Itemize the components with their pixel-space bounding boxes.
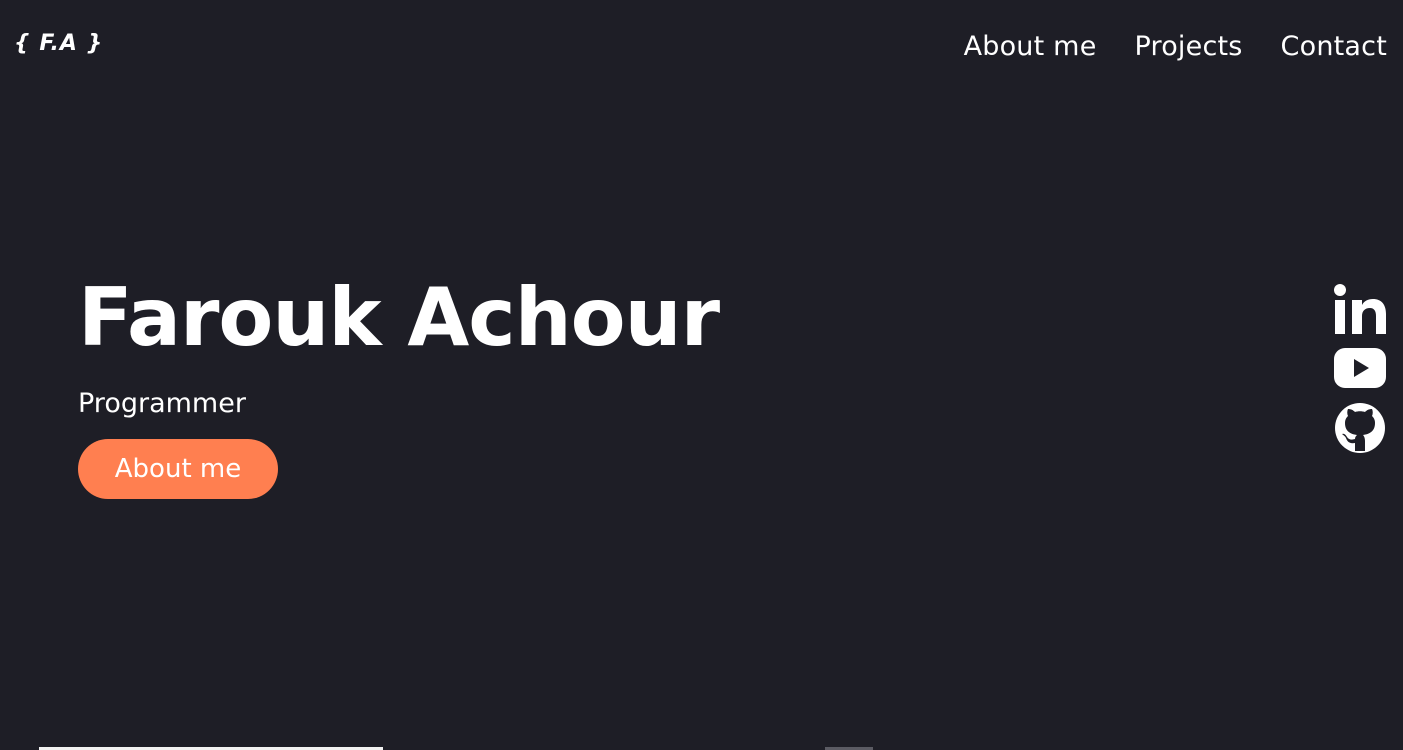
nav-contact-link[interactable]: Contact xyxy=(1281,31,1387,62)
nav-about-link[interactable]: About me xyxy=(964,31,1097,62)
portfolio-page: { F.A } About me Projects Contact Farouk… xyxy=(0,0,1403,750)
site-logo[interactable]: { F.A } xyxy=(14,31,103,56)
nav-projects-link[interactable]: Projects xyxy=(1135,31,1243,62)
linkedin-icon[interactable] xyxy=(1334,284,1386,334)
about-me-button[interactable]: About me xyxy=(78,439,278,499)
social-links xyxy=(1334,284,1386,454)
hero-role: Programmer xyxy=(78,388,246,419)
hero-section: Farouk Achour Programmer About me xyxy=(78,270,720,499)
main-nav: About me Projects Contact xyxy=(964,31,1387,62)
hero-name: Farouk Achour xyxy=(78,271,720,364)
github-icon[interactable] xyxy=(1334,402,1386,454)
youtube-icon[interactable] xyxy=(1334,348,1386,388)
